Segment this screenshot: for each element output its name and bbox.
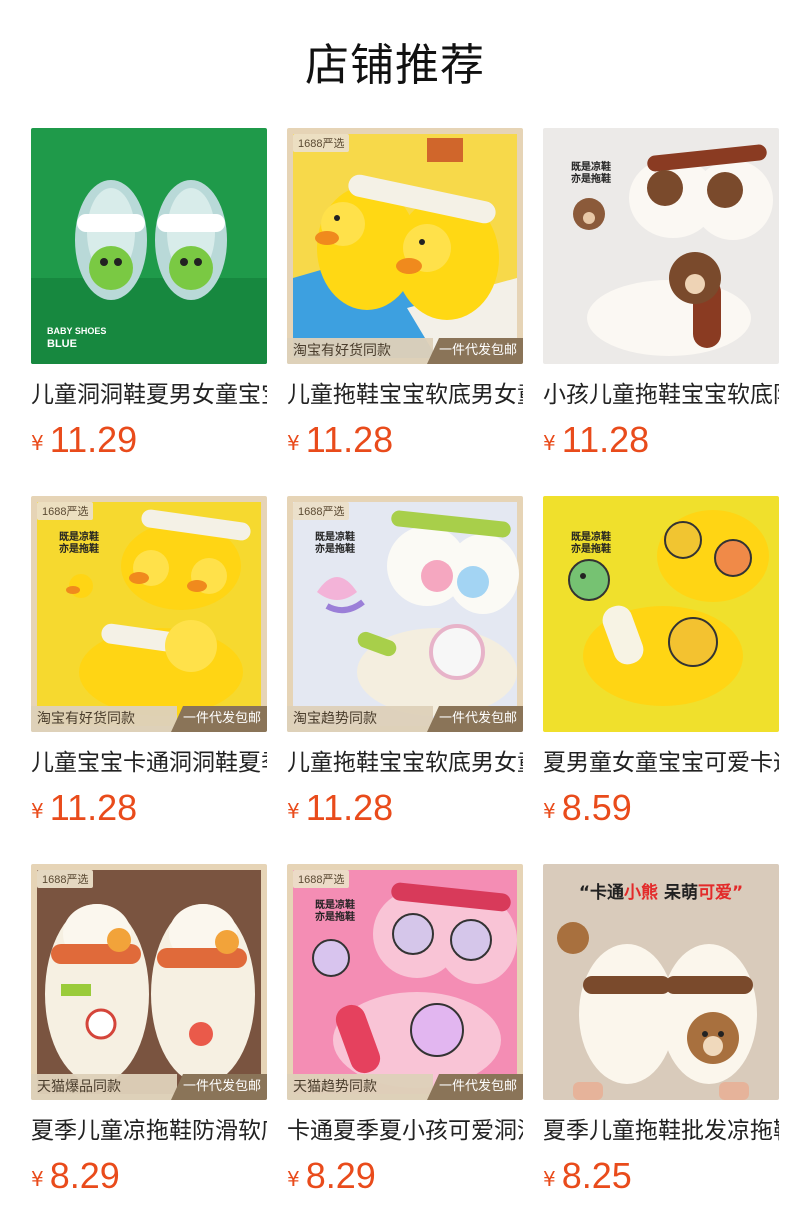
currency-symbol: ¥ xyxy=(543,799,556,823)
promo-band-left: 淘宝趋势同款 xyxy=(287,706,433,732)
product-card[interactable]: “卡通小熊 呆萌可爱” 夏季儿童拖鞋批发凉拖鞋 ¥8.25 xyxy=(543,864,779,1198)
promo-band-right: 一件代发包邮 xyxy=(427,1074,523,1100)
promo-band: 天猫趋势同款 一件代发包邮 xyxy=(287,1072,523,1100)
promo-band-right: 一件代发包邮 xyxy=(171,706,267,732)
product-image[interactable]: 1688严选 既是凉鞋 亦是拖鞋 天猫趋势同款 一件代发包邮 xyxy=(287,864,523,1100)
product-price: ¥8.59 xyxy=(543,786,779,830)
badge-1688: 1688严选 xyxy=(37,502,94,520)
promo-band-left: 淘宝有好货同款 xyxy=(31,706,177,732)
price-amount: 11.28 xyxy=(49,787,138,828)
price-amount: 8.59 xyxy=(561,787,632,828)
promo-band: 淘宝趋势同款 一件代发包邮 xyxy=(287,704,523,732)
price-amount: 8.25 xyxy=(561,1155,632,1196)
product-price: ¥8.25 xyxy=(543,1154,779,1198)
product-title[interactable]: 夏季儿童凉拖鞋防滑软底 xyxy=(31,1114,267,1148)
product-price: ¥11.28 xyxy=(287,786,523,830)
product-image[interactable]: 1688严选 淘宝有好货同款 一件代发包邮 xyxy=(287,128,523,364)
product-price: ¥11.28 xyxy=(287,418,523,462)
product-image[interactable]: 1688严选 既是凉鞋 亦是拖鞋 淘宝趋势同款 一件代发包邮 xyxy=(287,496,523,732)
product-price: ¥11.28 xyxy=(543,418,779,462)
promo-band-left: 淘宝有好货同款 xyxy=(287,338,433,364)
product-title[interactable]: 儿童拖鞋宝宝软底男女童防滑 xyxy=(287,378,523,412)
badge-1688: 1688严选 xyxy=(37,870,94,888)
product-card[interactable]: 1688严选 天猫爆品同款 一件代发包邮 夏季儿童凉拖鞋防滑软底 ¥8.29 xyxy=(31,864,267,1198)
promo-band-left: 天猫爆品同款 xyxy=(31,1074,177,1100)
price-amount: 11.29 xyxy=(49,419,138,460)
currency-symbol: ¥ xyxy=(287,431,300,455)
promo-band: 淘宝有好货同款 一件代发包邮 xyxy=(31,704,267,732)
image-label-line2: BLUE xyxy=(47,338,77,350)
sticker-text: 既是凉鞋 亦是拖鞋 xyxy=(315,532,355,555)
promo-band: 淘宝有好货同款 一件代发包邮 xyxy=(287,336,523,364)
promo-band-right: 一件代发包邮 xyxy=(427,338,523,364)
image-headline: “卡通小熊 呆萌可爱” xyxy=(578,883,744,903)
product-price: ¥8.29 xyxy=(287,1154,523,1198)
price-amount: 8.29 xyxy=(305,1155,376,1196)
currency-symbol: ¥ xyxy=(31,431,44,455)
product-card[interactable]: 既是凉鞋 亦是拖鞋 夏男童女童宝宝可爱卡通 ¥8.59 xyxy=(543,496,779,830)
currency-symbol: ¥ xyxy=(287,799,300,823)
badge-1688: 1688严选 xyxy=(293,870,350,888)
sticker-text: 既是凉鞋 亦是拖鞋 xyxy=(315,900,355,923)
price-amount: 8.29 xyxy=(49,1155,120,1196)
product-image[interactable]: BABY SHOES BLUE xyxy=(31,128,267,364)
price-amount: 11.28 xyxy=(561,419,650,460)
product-image[interactable]: “卡通小熊 呆萌可爱” xyxy=(543,864,779,1100)
price-amount: 11.28 xyxy=(305,419,394,460)
product-price: ¥11.28 xyxy=(31,786,267,830)
promo-band-left: 天猫趋势同款 xyxy=(287,1074,433,1100)
promo-band-right: 一件代发包邮 xyxy=(171,1074,267,1100)
currency-symbol: ¥ xyxy=(287,1167,300,1191)
product-price: ¥8.29 xyxy=(31,1154,267,1198)
promo-band: 天猫爆品同款 一件代发包邮 xyxy=(31,1072,267,1100)
product-title[interactable]: 小孩儿童拖鞋宝宝软底防滑 xyxy=(543,378,779,412)
product-card[interactable]: 1688严选 既是凉鞋 亦是拖鞋 天猫趋势同款 一件代发包邮 卡通夏季夏小孩可爱… xyxy=(287,864,523,1198)
sticker-text: 既是凉鞋 亦是拖鞋 xyxy=(59,532,99,555)
product-title[interactable]: 卡通夏季夏小孩可爱洞洞鞋 xyxy=(287,1114,523,1148)
promo-band-right: 一件代发包邮 xyxy=(427,706,523,732)
product-title[interactable]: 儿童拖鞋宝宝软底男女童 xyxy=(287,746,523,780)
price-amount: 11.28 xyxy=(305,787,394,828)
sticker-text: 既是凉鞋 亦是拖鞋 xyxy=(571,532,611,555)
product-card[interactable]: BABY SHOES BLUE 儿童洞洞鞋夏男女童宝宝软底 ¥11.29 xyxy=(31,128,267,462)
currency-symbol: ¥ xyxy=(543,1167,556,1191)
page-title: 店铺推荐 xyxy=(305,40,485,91)
product-title[interactable]: 夏季儿童拖鞋批发凉拖鞋 xyxy=(543,1114,779,1148)
sticker-text: 既是凉鞋 亦是拖鞋 xyxy=(571,162,611,185)
product-title[interactable]: 夏男童女童宝宝可爱卡通 xyxy=(543,746,779,780)
currency-symbol: ¥ xyxy=(31,1167,44,1191)
product-image[interactable]: 既是凉鞋 亦是拖鞋 xyxy=(543,496,779,732)
product-image[interactable]: 1688严选 既是凉鞋 亦是拖鞋 淘宝有好货同款 一件代发包邮 xyxy=(31,496,267,732)
product-price: ¥11.29 xyxy=(31,418,267,462)
product-title[interactable]: 儿童宝宝卡通洞洞鞋夏季 xyxy=(31,746,267,780)
currency-symbol: ¥ xyxy=(543,431,556,455)
product-card[interactable]: 1688严选 既是凉鞋 亦是拖鞋 淘宝趋势同款 一件代发包邮 儿童拖鞋宝宝软底男… xyxy=(287,496,523,830)
badge-1688: 1688严选 xyxy=(293,134,350,152)
product-image[interactable]: 既是凉鞋 亦是拖鞋 xyxy=(543,128,779,364)
currency-symbol: ¥ xyxy=(31,799,44,823)
image-label-line1: BABY SHOES xyxy=(47,326,107,336)
product-card[interactable]: 1688严选 既是凉鞋 亦是拖鞋 淘宝有好货同款 一件代发包邮 儿童宝宝卡通洞洞… xyxy=(31,496,267,830)
product-card[interactable]: 1688严选 淘宝有好货同款 一件代发包邮 儿童拖鞋宝宝软底男女童防滑 ¥11.… xyxy=(287,128,523,462)
product-title[interactable]: 儿童洞洞鞋夏男女童宝宝软底 xyxy=(31,378,267,412)
product-card[interactable]: 既是凉鞋 亦是拖鞋 小孩儿童拖鞋宝宝软底防滑 ¥11.28 xyxy=(543,128,779,462)
product-image[interactable]: 1688严选 天猫爆品同款 一件代发包邮 xyxy=(31,864,267,1100)
badge-1688: 1688严选 xyxy=(293,502,350,520)
